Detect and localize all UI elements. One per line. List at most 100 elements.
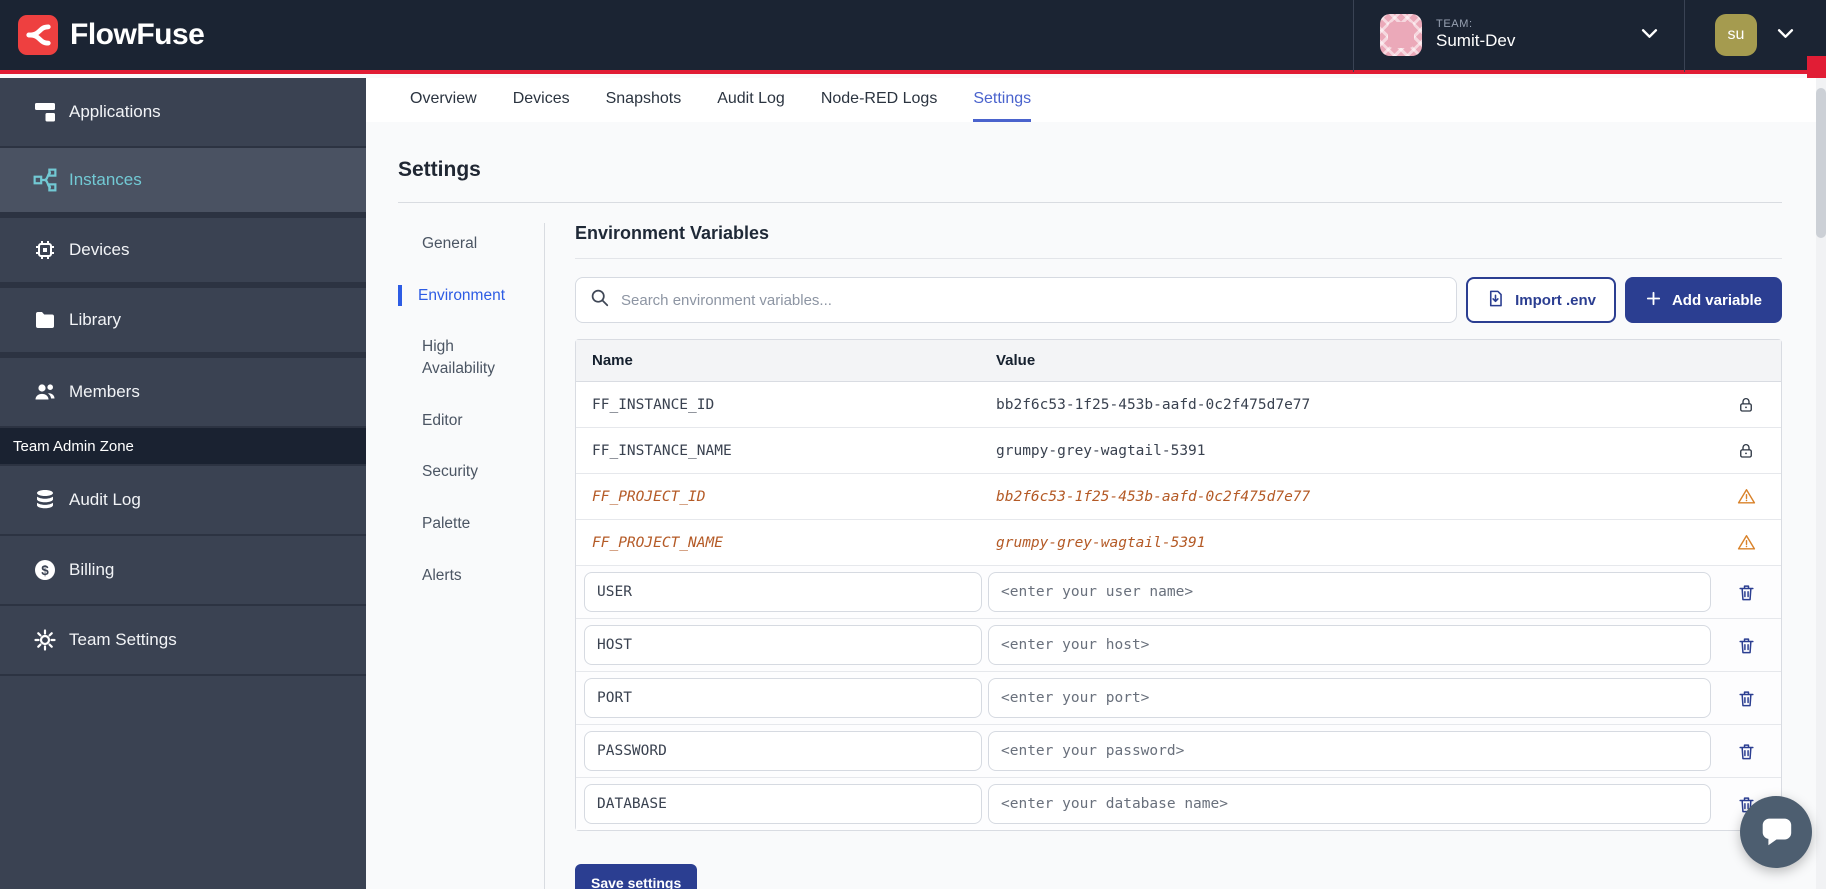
- chevron-down-icon: [1777, 26, 1794, 44]
- brand-title: FlowFuse: [70, 18, 204, 52]
- main-area: Overview Devices Snapshots Audit Log Nod…: [366, 78, 1826, 889]
- sidebar: Applications Instances De: [0, 78, 366, 889]
- tab-node-red-logs[interactable]: Node-RED Logs: [821, 78, 938, 122]
- subnav-item-environment[interactable]: Environment: [398, 285, 528, 307]
- subnav-item-general[interactable]: General: [398, 233, 528, 255]
- team-avatar: [1380, 14, 1422, 56]
- sidebar-item-team-settings[interactable]: Team Settings: [0, 606, 366, 676]
- environment-section: Environment Variables: [575, 223, 1782, 889]
- warning-icon: [1711, 533, 1781, 552]
- settings-layout: General Environment High Availability Ed…: [398, 223, 1782, 889]
- env-var-name-input[interactable]: [584, 572, 982, 612]
- env-var-name: FF_PROJECT_NAME: [576, 535, 996, 551]
- flowfuse-app: FlowFuse TEAM: Sumit-Dev su: [0, 0, 1826, 889]
- sidebar-item-label: Members: [69, 382, 140, 402]
- team-settings-icon: [33, 628, 57, 652]
- brand[interactable]: FlowFuse: [18, 15, 204, 55]
- delete-variable-button[interactable]: [1737, 689, 1756, 708]
- members-icon: [33, 380, 57, 404]
- chat-launcher-button[interactable]: [1740, 796, 1812, 868]
- delete-variable-button[interactable]: [1737, 742, 1756, 761]
- env-var-value-input[interactable]: [988, 731, 1711, 771]
- env-var-name-input[interactable]: [584, 625, 982, 665]
- billing-icon: $: [33, 558, 57, 582]
- applications-icon: [33, 100, 57, 124]
- sidebar-item-label: Team Settings: [69, 630, 177, 650]
- library-icon: [33, 308, 57, 332]
- env-var-value: bb2f6c53-1f25-453b-aafd-0c2f475d7e77: [996, 489, 1711, 505]
- sidebar-item-label: Applications: [69, 102, 161, 122]
- sidebar-item-audit-log[interactable]: Audit Log: [0, 466, 366, 536]
- env-var-value-input[interactable]: [988, 572, 1711, 612]
- sidebar-item-library[interactable]: Library: [0, 288, 366, 358]
- import-env-label: Import .env: [1515, 292, 1596, 309]
- sidebar-item-label: Library: [69, 310, 121, 330]
- sidebar-item-label: Instances: [69, 170, 142, 190]
- team-selector[interactable]: TEAM: Sumit-Dev: [1354, 14, 1684, 56]
- lock-icon: [1711, 442, 1781, 460]
- save-settings-button[interactable]: Save settings: [575, 864, 697, 889]
- scrollbar-accent: [1807, 56, 1826, 78]
- env-variables-table: Name Value FF_INSTANCE_ID bb2f6c53-1f25-…: [575, 339, 1782, 831]
- vertical-divider: [544, 223, 545, 889]
- team-name: Sumit-Dev: [1436, 31, 1515, 51]
- env-var-value-input[interactable]: [988, 784, 1711, 824]
- scrollbar-thumb[interactable]: [1816, 88, 1826, 238]
- section-title: Environment Variables: [575, 223, 1782, 244]
- user-avatar: su: [1715, 14, 1757, 56]
- import-env-button[interactable]: Import .env: [1466, 277, 1616, 323]
- column-header-name: Name: [576, 352, 996, 369]
- env-var-name: FF_INSTANCE_NAME: [576, 443, 996, 459]
- table-row-deprecated: FF_PROJECT_ID bb2f6c53-1f25-453b-aafd-0c…: [576, 474, 1781, 520]
- add-variable-button[interactable]: Add variable: [1625, 277, 1782, 323]
- search-input[interactable]: [621, 292, 1442, 309]
- sidebar-item-devices[interactable]: Devices: [0, 218, 366, 288]
- team-admin-zone-label: Team Admin Zone: [0, 428, 366, 466]
- chat-bubble-icon: [1757, 811, 1795, 854]
- env-var-name: FF_PROJECT_ID: [576, 489, 996, 505]
- table-row: FF_INSTANCE_NAME grumpy-grey-wagtail-539…: [576, 428, 1781, 474]
- subnav-item-security[interactable]: Security: [398, 461, 528, 483]
- subnav-item-alerts[interactable]: Alerts: [398, 565, 528, 587]
- table-row: FF_INSTANCE_ID bb2f6c53-1f25-453b-aafd-0…: [576, 382, 1781, 428]
- tab-devices[interactable]: Devices: [513, 78, 570, 122]
- header-right: TEAM: Sumit-Dev su: [1353, 0, 1800, 72]
- sidebar-item-members[interactable]: Members: [0, 358, 366, 428]
- sidebar-item-billing[interactable]: $ Billing: [0, 536, 366, 606]
- svg-text:$: $: [41, 563, 49, 578]
- divider: [398, 202, 1782, 203]
- env-var-name: FF_INSTANCE_ID: [576, 397, 996, 413]
- sidebar-item-label: Audit Log: [69, 490, 141, 510]
- divider: [575, 258, 1782, 259]
- tab-audit-log[interactable]: Audit Log: [717, 78, 785, 122]
- table-row-editable: [576, 672, 1781, 725]
- table-header: Name Value: [576, 340, 1781, 382]
- user-menu[interactable]: su: [1685, 14, 1800, 56]
- table-row-editable: [576, 566, 1781, 619]
- warning-icon: [1711, 487, 1781, 506]
- chevron-down-icon: [1641, 26, 1658, 44]
- env-var-value-input[interactable]: [988, 625, 1711, 665]
- subnav-item-palette[interactable]: Palette: [398, 513, 528, 535]
- env-var-value: grumpy-grey-wagtail-5391: [996, 443, 1711, 459]
- instance-tabs: Overview Devices Snapshots Audit Log Nod…: [366, 78, 1826, 122]
- sidebar-item-instances[interactable]: Instances: [0, 148, 366, 218]
- delete-variable-button[interactable]: [1737, 583, 1756, 602]
- env-var-value-input[interactable]: [988, 678, 1711, 718]
- search-icon: [590, 288, 609, 312]
- subnav-item-editor[interactable]: Editor: [398, 410, 528, 432]
- table-row-editable: [576, 619, 1781, 672]
- sidebar-item-applications[interactable]: Applications: [0, 78, 366, 148]
- env-var-name-input[interactable]: [584, 784, 982, 824]
- subnav-item-high-availability[interactable]: High Availability: [398, 336, 528, 379]
- env-toolbar: Import .env Add variable: [575, 277, 1782, 323]
- column-header-value: Value: [996, 352, 1711, 369]
- tab-snapshots[interactable]: Snapshots: [606, 78, 682, 122]
- tab-settings[interactable]: Settings: [973, 78, 1031, 122]
- delete-variable-button[interactable]: [1737, 636, 1756, 655]
- env-var-name-input[interactable]: [584, 731, 982, 771]
- settings-subnav: General Environment High Availability Ed…: [398, 223, 528, 889]
- env-var-value: bb2f6c53-1f25-453b-aafd-0c2f475d7e77: [996, 397, 1711, 413]
- tab-overview[interactable]: Overview: [410, 78, 477, 122]
- env-var-name-input[interactable]: [584, 678, 982, 718]
